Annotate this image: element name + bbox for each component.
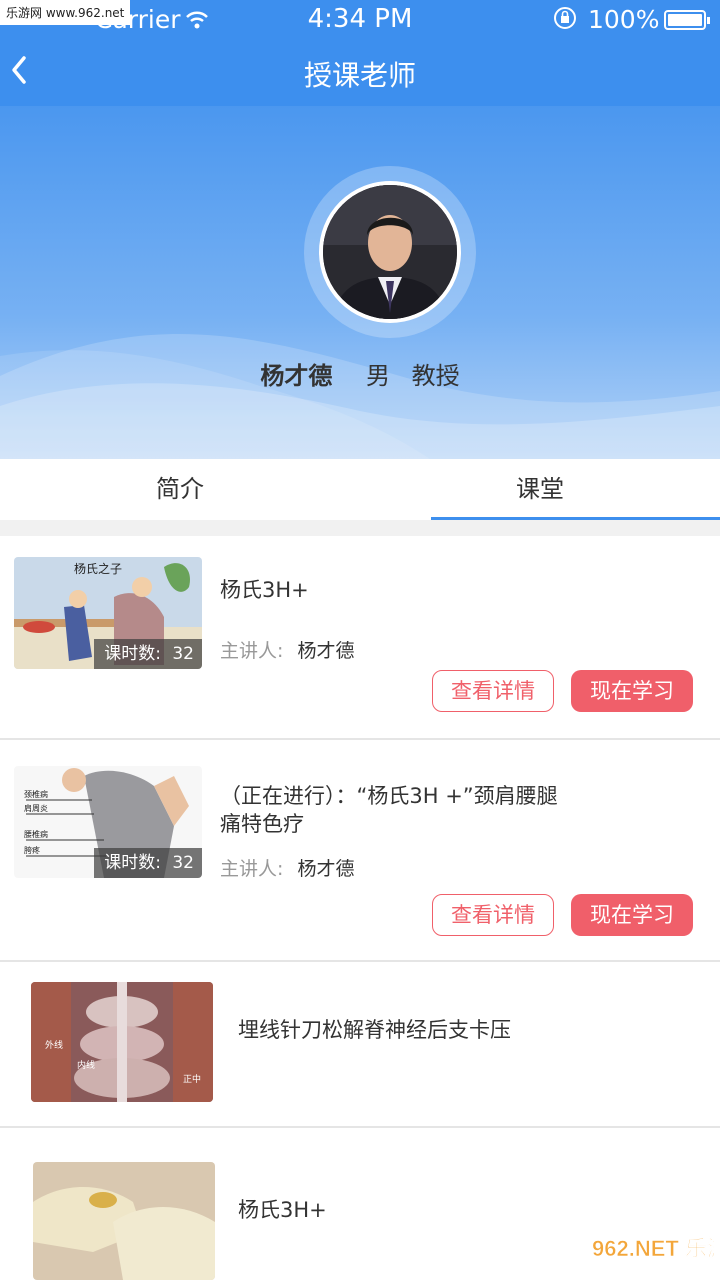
tab-classroom[interactable]: 课堂 (360, 459, 720, 519)
start-learning-button[interactable]: 现在学习 (571, 670, 693, 712)
thumb-label: 正中 (183, 1073, 201, 1085)
course-thumbnail[interactable] (33, 1162, 215, 1280)
course-title[interactable]: 杨氏3H+ (220, 576, 700, 604)
gloved-hands-illustration (33, 1162, 215, 1280)
watermark-text: 962.NET 乐游网 (592, 1236, 714, 1261)
course-item[interactable]: 外线 内线 正中 埋线针刀松解脊神经后支卡压 (0, 962, 720, 1128)
hours-label: 课时数: (104, 644, 161, 664)
lecturer-label: 主讲人: (220, 640, 284, 662)
course-title[interactable]: 杨氏3H+ (238, 1196, 698, 1224)
teacher-info: 杨才德 男 教授 (0, 356, 720, 391)
lesson-hours-badge: 课时数: 32 (94, 639, 202, 669)
hours-value: 32 (172, 644, 194, 664)
lesson-hours-badge: 课时数: 32 (94, 848, 202, 878)
view-details-button[interactable]: 查看详情 (432, 894, 554, 936)
course-title[interactable]: （正在进行）：“杨氏3H +”颈肩腰腿痛特色疗 (220, 782, 568, 838)
hours-label: 课时数: (104, 853, 161, 873)
rotation-lock-icon (553, 6, 577, 36)
site-watermark: 962.NET 乐游网 (588, 1232, 720, 1274)
course-item[interactable]: 杨氏之子 课时数: 32 杨氏3H+ 主讲人: 杨才德 查看详情 现在学习 (0, 536, 720, 740)
lecturer-label: 主讲人: (220, 858, 284, 880)
thumb-label: 内线 (77, 1059, 95, 1071)
teacher-gender: 男 (366, 362, 390, 390)
course-thumbnail[interactable]: 外线 内线 正中 (31, 982, 213, 1102)
thumb-label: 外线 (45, 1039, 63, 1051)
battery-icon (664, 10, 710, 30)
thumbnail-caption: 杨氏之子 (74, 561, 122, 576)
view-details-button[interactable]: 查看详情 (432, 670, 554, 712)
battery-percent: 100% (588, 5, 660, 34)
thumb-label: 腰椎病 (24, 829, 48, 839)
lecturer-name: 杨才德 (297, 858, 355, 880)
thumb-label: 肩周炎 (24, 803, 48, 813)
course-item[interactable]: 颈椎病 肩周炎 腰椎病 胯疼 课时数: 32 （正在进行）：“杨氏3H +”颈肩… (0, 740, 720, 962)
tab-intro[interactable]: 简介 (0, 459, 360, 519)
teacher-name: 杨才德 (260, 362, 333, 390)
watermark-label: 乐游网 www.962.net (0, 0, 131, 25)
teacher-title: 教授 (411, 362, 460, 390)
course-thumbnail[interactable]: 颈椎病 肩周炎 腰椎病 胯疼 课时数: 32 (14, 766, 202, 878)
tab-bar: 简介 课堂 (0, 459, 720, 519)
nav-bar: 授课老师 (0, 40, 720, 106)
teacher-avatar (319, 181, 461, 323)
course-title[interactable]: 埋线针刀松解脊神经后支卡压 (238, 1016, 698, 1044)
lecturer-name: 杨才德 (297, 640, 355, 662)
section-divider (0, 520, 720, 536)
hours-value: 32 (172, 853, 194, 873)
start-learning-button[interactable]: 现在学习 (571, 894, 693, 936)
teacher-profile-header: 杨才德 男 教授 (0, 106, 720, 459)
lecturer-line: 主讲人: 杨才德 (220, 636, 354, 663)
page-title: 授课老师 (303, 59, 416, 92)
course-thumbnail[interactable]: 杨氏之子 课时数: 32 (14, 557, 202, 669)
thumb-label: 胯疼 (24, 845, 40, 855)
thumb-label: 颈椎病 (24, 789, 48, 799)
lecturer-line: 主讲人: 杨才德 (220, 854, 354, 881)
spine-anatomy-illustration: 外线 内线 正中 (31, 982, 213, 1102)
